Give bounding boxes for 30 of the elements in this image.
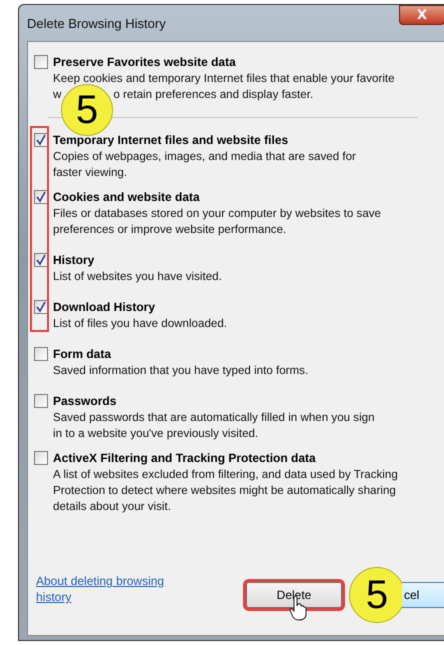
option-label: Download History	[53, 299, 156, 315]
checkbox[interactable]	[34, 451, 48, 465]
checkbox[interactable]	[34, 347, 48, 361]
window-title: Delete Browsing History	[27, 16, 166, 30]
option-description: Copies of webpages, images, and media that are saved for faster viewing.	[53, 149, 356, 181]
option-label: History	[53, 252, 96, 268]
checkbox[interactable]	[34, 190, 48, 204]
step-badge: 5	[349, 567, 405, 623]
dialog-button[interactable]: Delete	[246, 582, 342, 608]
option-label: ActiveX Filtering and Tracking Protection data	[53, 450, 317, 466]
dialog-button[interactable]: cel	[402, 582, 444, 608]
option-label: Passwords	[53, 393, 118, 409]
option-description: Saved passwords that are automatically filled in when you sign in to a website you've previously visited.	[53, 410, 375, 442]
option-description: o retain preferences and display faster.	[113, 87, 314, 103]
checkbox[interactable]	[34, 394, 48, 408]
option-label: Form data	[53, 346, 112, 362]
checkbox[interactable]	[34, 253, 48, 267]
option-label: Cookies and website data	[53, 189, 201, 205]
option-description: List of websites you have visited.	[53, 269, 222, 285]
option-description: List of files you have downloaded.	[53, 316, 228, 332]
checkbox[interactable]	[34, 133, 48, 147]
help-link[interactable]: About deleting browsing history	[36, 573, 186, 605]
option-label: Preserve Favorites website data	[53, 54, 237, 70]
option-description: A list of websites excluded from filtering, and data used by Tracking Protection to detect where websites might be automatically sharing details about your visit.	[53, 467, 398, 515]
checkbox[interactable]	[34, 300, 48, 314]
option-description: Saved information that you have typed into forms.	[53, 363, 308, 379]
option-description: w	[53, 87, 62, 103]
option-description: Keep cookies and temporary Internet files that enable your favorite	[53, 71, 395, 87]
option-description: Files or databases stored on your computer by websites to save preferences or improve website performance.	[53, 206, 382, 238]
checkbox[interactable]	[34, 55, 48, 69]
